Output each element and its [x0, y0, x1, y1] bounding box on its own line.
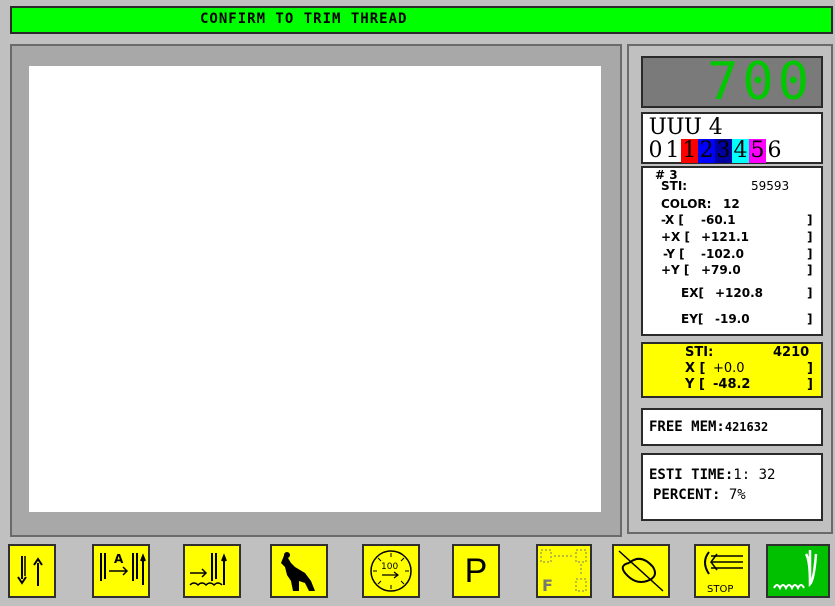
kangaroo-icon — [281, 552, 315, 591]
needle-digit-3[interactable]: 3 — [715, 139, 732, 163]
p-letter-icon: P — [464, 551, 488, 590]
current-stitch-row: STI: 4210 — [685, 345, 810, 360]
loop-icon — [618, 550, 664, 592]
current-position-box: STI: 4210 X [ +0.0 ] Y [ -48.2 ] — [641, 342, 823, 398]
needle-digit-5[interactable]: 5 — [749, 139, 766, 163]
status-message-bar: CONFIRM TO TRIM THREAD — [10, 6, 833, 34]
current-y-row: Y [ -48.2 ] — [685, 377, 813, 392]
svg-text:A: A — [114, 552, 124, 566]
needle-active-count: 4 — [708, 115, 723, 140]
sew-start-button[interactable] — [766, 544, 830, 598]
design-stats: # 3 STI: 59593 COLOR: 12 -X [ -60.1 ] +X… — [641, 166, 823, 336]
needle-selector[interactable]: ՍՍՍ 4 0 1 1 2 3 4 5 6 — [641, 112, 823, 164]
stat-row-pos-x: +X [ +121.1 ] — [661, 230, 813, 244]
stat-row-neg-y: -Y [ -102.0 ] — [663, 247, 813, 261]
percent-row: PERCENT: 7% — [653, 487, 746, 503]
speed-button[interactable]: 100 — [362, 544, 420, 598]
needle-digit-1-red[interactable]: 1 — [681, 139, 698, 163]
stop-icon: STOP — [704, 551, 743, 595]
auto-needle-button[interactable]: A — [92, 544, 150, 598]
design-canvas[interactable] — [29, 66, 601, 512]
needle-icons-row: ՍՍՍ 4 — [649, 116, 723, 140]
speed-display: 700 — [641, 52, 823, 112]
speed-value: 700 — [707, 52, 813, 112]
free-memory-box: FREE MEM:421632 — [641, 408, 823, 446]
frame-move-button[interactable]: F — [536, 544, 592, 598]
stat-row-end-x: EX[ +120.8 ] — [681, 286, 813, 300]
stat-row-stitch: STI: 59593 — [661, 179, 790, 193]
speed-dial-icon: 100 — [370, 550, 412, 592]
needle-icon: ՍՍՍ — [649, 115, 702, 140]
loop-button[interactable] — [612, 544, 670, 598]
needle-digit-0[interactable]: 0 — [647, 139, 664, 163]
stop-button[interactable]: STOP — [694, 544, 750, 598]
status-message: CONFIRM TO TRIM THREAD — [200, 11, 408, 27]
frame-move-icon: F — [540, 549, 587, 595]
needle-up-down-button[interactable] — [8, 544, 56, 598]
stat-row-neg-x: -X [ -60.1 ] — [661, 213, 813, 227]
progress-box: ESTI TIME:1: 32 PERCENT: 7% — [641, 453, 823, 521]
stat-row-end-y: EY[ -19.0 ] — [681, 312, 813, 326]
estimated-time-row: ESTI TIME:1: 32 — [649, 467, 776, 483]
stop-label: STOP — [707, 584, 733, 595]
frame-move-label: F — [542, 576, 553, 595]
stitch-feed-icon — [189, 553, 227, 587]
sew-start-icon — [773, 550, 818, 591]
stat-row-pos-y: +Y [ +79.0 ] — [661, 263, 813, 277]
needle-digit-4[interactable]: 4 — [732, 139, 749, 163]
jump-button[interactable] — [270, 544, 328, 598]
speed-dial-label: 100 — [381, 562, 398, 572]
needle-digit-6[interactable]: 6 — [766, 139, 783, 163]
free-memory-label: FREE MEM:421632 — [649, 419, 769, 435]
needle-digit-2[interactable]: 2 — [698, 139, 715, 163]
needle-color-digits: 0 1 1 2 3 4 5 6 — [647, 139, 783, 163]
pattern-button[interactable]: P — [452, 544, 500, 598]
stat-row-color: COLOR: 12 — [661, 197, 740, 211]
stitch-feed-button[interactable] — [183, 544, 241, 598]
needle-digit-1[interactable]: 1 — [664, 139, 681, 163]
auto-needle-icon: A — [100, 552, 146, 585]
needle-up-down-icon — [17, 556, 43, 586]
current-x-row: X [ +0.0 ] — [685, 361, 813, 376]
free-memory-value: 421632 — [724, 420, 769, 434]
